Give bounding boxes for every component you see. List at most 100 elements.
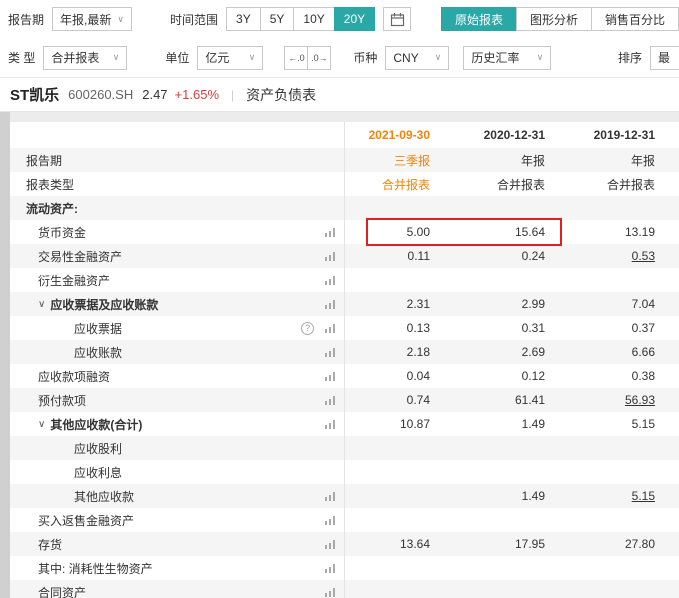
bar-chart-icon[interactable]	[324, 418, 336, 430]
table-header: 2021-09-302020-12-312019-12-31	[10, 122, 679, 148]
chevron-down-icon[interactable]: ∨	[38, 419, 45, 430]
cell-value: 10.87	[345, 417, 440, 431]
cell-value: 17.95	[440, 537, 555, 551]
row-label: 合同资产	[38, 584, 86, 598]
row-label: 预付款项	[38, 392, 86, 409]
cell-value: 0.38	[555, 369, 665, 383]
cell-value: 0.74	[345, 393, 440, 407]
cell-value: 0.24	[440, 249, 555, 263]
bar-chart-icon[interactable]	[324, 274, 336, 286]
cell-value: 0.04	[345, 369, 440, 383]
table-row: 预付款项 0.74 61.41 56.93	[10, 388, 679, 412]
cell-value: 61.41	[440, 393, 555, 407]
table-row: 其中: 消耗性生物资产	[10, 556, 679, 580]
row-label-cell: 应收款项融资	[10, 364, 345, 388]
cell-value: 2.69	[440, 345, 555, 359]
cell-value[interactable]: 5.15	[555, 489, 665, 503]
view-tab[interactable]: 原始报表	[441, 7, 517, 31]
row-label-cell: 交易性金融资产	[10, 244, 345, 268]
cell-value: 2.18	[345, 345, 440, 359]
cell-value: 三季报	[345, 152, 440, 169]
calendar-button[interactable]	[383, 7, 411, 31]
stock-bar: ST凯乐 600260.SH 2.47 +1.65% | 资产负债表	[0, 78, 679, 112]
bar-chart-icon[interactable]	[324, 538, 336, 550]
type-label: 类 型	[8, 49, 35, 66]
bar-chart-icon[interactable]	[324, 586, 336, 598]
chevron-down-icon: ∨	[249, 52, 256, 63]
bar-chart-icon[interactable]	[324, 346, 336, 358]
currency-select[interactable]: CNY ∨	[385, 46, 449, 70]
row-label-cell: 报表类型	[10, 172, 345, 196]
cell-value[interactable]: 0.53	[555, 249, 665, 263]
table-row: 其他应收款 1.49 5.15	[10, 484, 679, 508]
row-label: 流动资产:	[26, 200, 78, 217]
stock-price: 2.47	[142, 87, 167, 102]
row-label-cell: ∨ 其他应收款(合计)	[10, 412, 345, 436]
bar-chart-icon[interactable]	[324, 562, 336, 574]
bar-chart-icon[interactable]	[324, 322, 336, 334]
cell-value[interactable]: 56.93	[555, 393, 665, 407]
toolbar-row-1: 报告期 年报,最新 ∨ 时间范围 3Y5Y10Y20Y 原始报表图形分析销售百分…	[0, 0, 679, 38]
help-icon[interactable]: ?	[301, 322, 314, 335]
chevron-down-icon[interactable]: ∨	[38, 299, 45, 310]
row-label: 应收款项融资	[38, 368, 110, 385]
bar-chart-icon[interactable]	[324, 226, 336, 238]
row-label-cell: 存货	[10, 532, 345, 556]
unit-value: 亿元	[205, 49, 229, 66]
type-select[interactable]: 合并报表 ∨	[43, 46, 127, 70]
divider: |	[231, 88, 234, 102]
table-row: 报告期 三季报 年报 年报	[10, 148, 679, 172]
table-row: 存货 13.64 17.95 27.80	[10, 532, 679, 556]
view-tab[interactable]: 图形分析	[516, 7, 592, 31]
sort-select[interactable]: 最 ∨	[650, 46, 679, 70]
row-label-cell: 流动资产:	[10, 196, 345, 220]
view-tab[interactable]: 销售百分比	[591, 7, 679, 31]
balance-sheet-table: 2021-09-302020-12-312019-12-31 报告期 三季报 年…	[10, 122, 679, 598]
cell-value: 5.00	[345, 225, 440, 239]
cell-value: 合并报表	[440, 176, 555, 193]
report-period-select[interactable]: 年报,最新 ∨	[52, 7, 132, 31]
cell-value: 年报	[555, 152, 665, 169]
bar-chart-icon[interactable]	[324, 514, 336, 526]
sort-value: 最	[658, 49, 670, 66]
chevron-down-icon: ∨	[117, 14, 124, 25]
bar-chart-icon[interactable]	[324, 370, 336, 382]
report-period-value: 年报,最新	[60, 11, 111, 28]
type-value: 合并报表	[51, 49, 99, 66]
row-label: 应收利息	[74, 464, 122, 481]
row-label: 其他应收款	[74, 488, 134, 505]
calendar-icon	[390, 12, 405, 27]
row-label-cell: 应收账款	[10, 340, 345, 364]
time-range-5y[interactable]: 5Y	[260, 7, 295, 31]
stock-name: ST凯乐	[10, 84, 59, 105]
table-row: 应收款项融资 0.04 0.12 0.38	[10, 364, 679, 388]
cell-value: 0.13	[345, 321, 440, 335]
bar-chart-icon[interactable]	[324, 490, 336, 502]
time-range-label: 时间范围	[170, 11, 218, 28]
time-range-20y[interactable]: 20Y	[334, 7, 375, 31]
view-tab-group: 原始报表图形分析销售百分比	[441, 7, 679, 31]
table-row: 报表类型 合并报表 合并报表 合并报表	[10, 172, 679, 196]
time-range-3y[interactable]: 3Y	[226, 7, 261, 31]
table-row: 应收股利	[10, 436, 679, 460]
chevron-down-icon: ∨	[537, 52, 544, 63]
row-label: 买入返售金融资产	[38, 512, 134, 529]
cell-value: 2.99	[440, 297, 555, 311]
separator-band	[0, 112, 679, 122]
bar-chart-icon[interactable]	[324, 250, 336, 262]
left-gutter	[0, 112, 10, 598]
cell-value: 0.31	[440, 321, 555, 335]
row-label-cell: 其中: 消耗性生物资产	[10, 556, 345, 580]
cell-value: 1.49	[440, 489, 555, 503]
unit-select[interactable]: 亿元 ∨	[197, 46, 263, 70]
time-range-10y[interactable]: 10Y	[293, 7, 334, 31]
increase-decimal-icon[interactable]: .0→	[307, 46, 331, 70]
stock-change: +1.65%	[175, 87, 219, 102]
table-row: ∨ 应收票据及应收账款 2.31 2.99 7.04	[10, 292, 679, 316]
row-label: 应收票据	[74, 320, 122, 337]
exchange-rate-select[interactable]: 历史汇率 ∨	[463, 46, 551, 70]
bar-chart-icon[interactable]	[324, 298, 336, 310]
bar-chart-icon[interactable]	[324, 394, 336, 406]
table-row: 货币资金 5.00 15.64 13.19	[10, 220, 679, 244]
decrease-decimal-icon[interactable]: ←.0	[284, 46, 308, 70]
